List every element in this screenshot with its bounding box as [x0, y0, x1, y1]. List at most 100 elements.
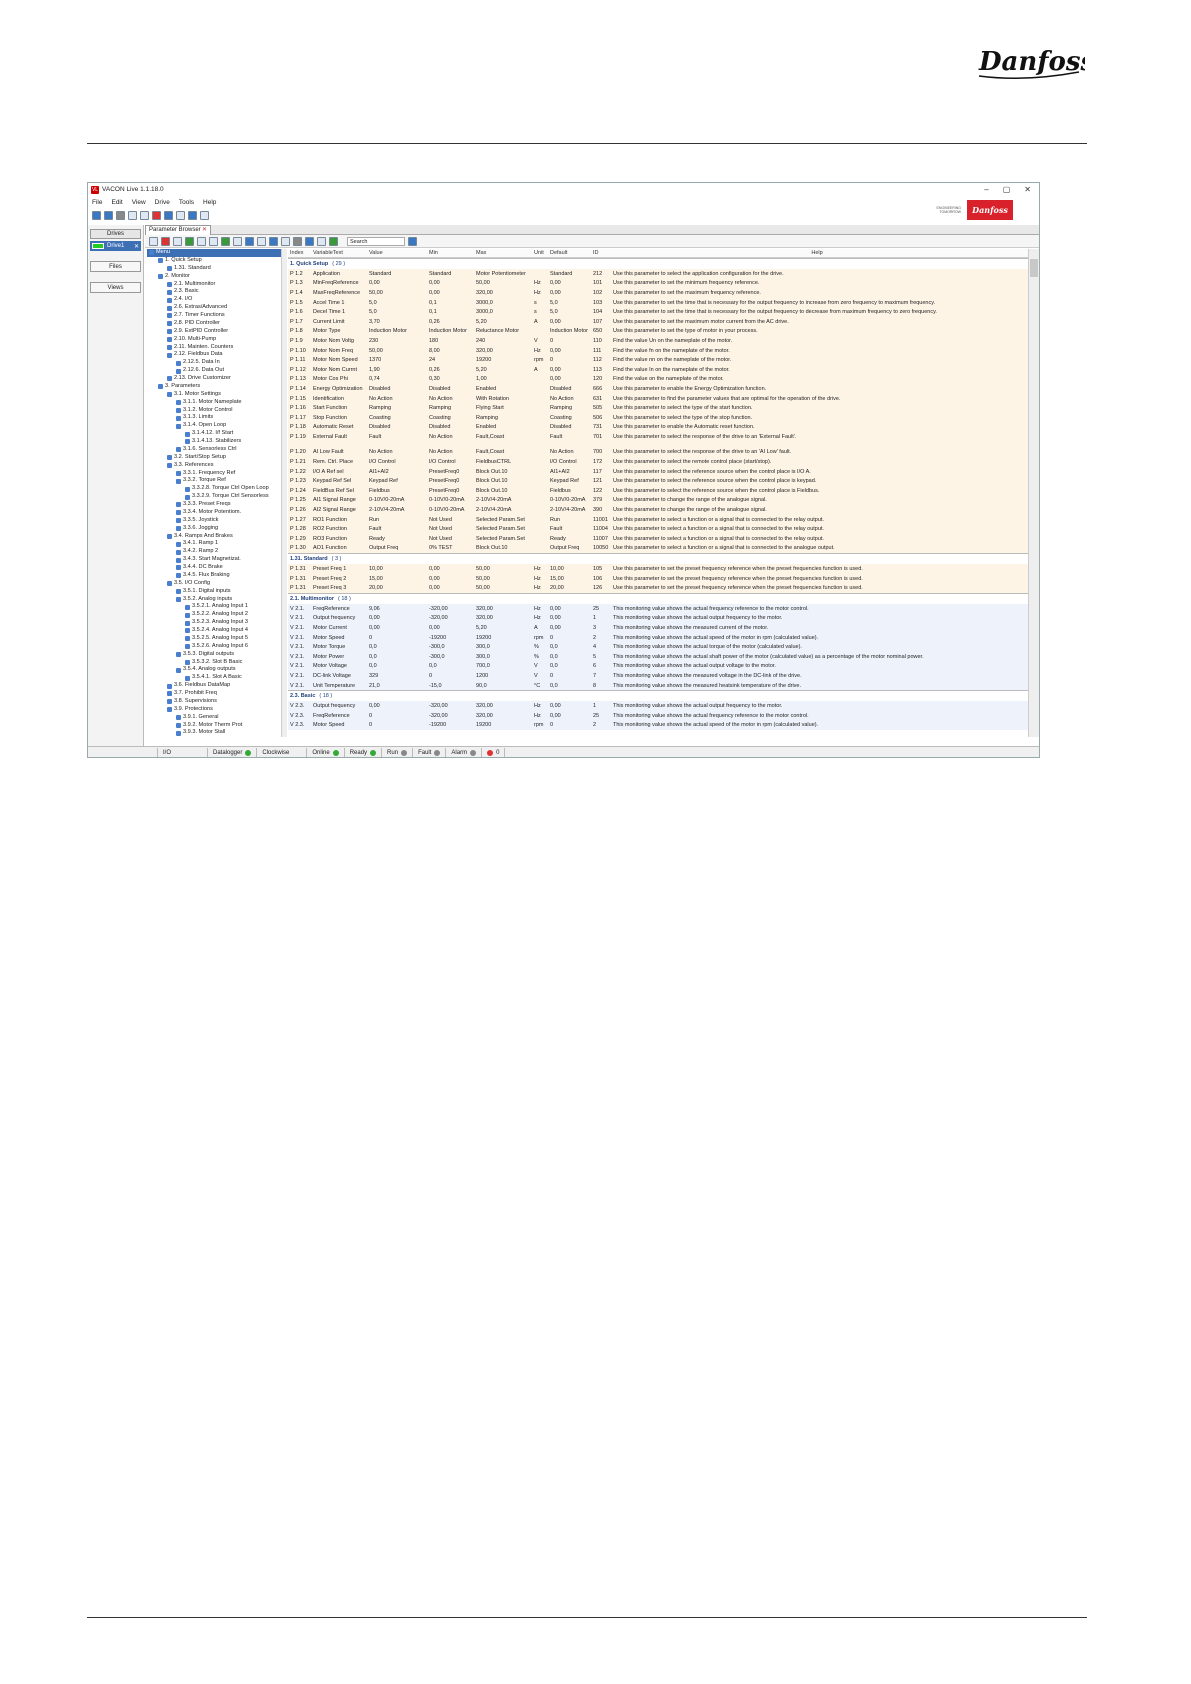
cell-value[interactable]: 20,00: [367, 585, 427, 591]
col-id[interactable]: ID: [591, 250, 611, 256]
group-header-row[interactable]: 2.1. Multimonitor ( 18 ): [288, 593, 1028, 604]
group-header-row[interactable]: 2.3. Basic( 18 ): [288, 690, 1028, 702]
table-row[interactable]: P 1.10 Motor Nom Freq 50,00 8,00 320,00 Hz 0,0…: [288, 345, 1028, 356]
tree-item[interactable]: 3.5.1. Digital inputs: [147, 588, 282, 596]
expand-icon[interactable]: [149, 236, 158, 246]
table-row[interactable]: P 1.11 Motor Nom Speed 1370 24 19200 rpm 0 112 F…: [288, 355, 1028, 365]
tree-item[interactable]: 3.1. Motor Settings: [147, 391, 282, 399]
cell-value[interactable]: 0,0: [367, 654, 427, 660]
list-view-icon[interactable]: [269, 236, 278, 246]
table-row[interactable]: P 1.13 Motor Cos Phi 0,74 0,30 1,00 0,00 120 Fi…: [288, 374, 1028, 385]
chart-icon[interactable]: [188, 210, 197, 220]
cell-value[interactable]: Ramping: [367, 405, 427, 411]
tree-item[interactable]: 3.3. References: [147, 462, 282, 470]
tree-item[interactable]: 3.5.2.5. Analog Input 5: [147, 635, 282, 643]
cell-value[interactable]: 1370: [367, 357, 427, 363]
table-row[interactable]: P 1.26 AI2 Signal Range 2-10V/4-20mA 0-10V/…: [288, 505, 1028, 515]
table-row[interactable]: V 2.3. Output frequency 0,00 -320,00 320,00 H…: [288, 701, 1028, 711]
compare-icon[interactable]: [140, 210, 149, 220]
cell-value[interactable]: Fault: [367, 526, 427, 532]
table-row[interactable]: P 1.24 FieldBus Ref Sel Fieldbus PresetFreq…: [288, 486, 1028, 496]
table-row[interactable]: P 1.30 AO1 Function Output Freq 0% TEST Bloc…: [288, 543, 1028, 554]
write-icon[interactable]: [221, 236, 230, 246]
tree-item[interactable]: 3.5.2. Analog inputs: [147, 596, 282, 604]
tree-item[interactable]: 3.9.2. Motor Therm Prot: [147, 722, 282, 730]
table-row[interactable]: V 2.3. FreqReference 0 -320,00 320,00 Hz 0,00 2…: [288, 710, 1028, 721]
cell-value[interactable]: I/O Control: [367, 459, 427, 465]
tree-item[interactable]: 3.5.3. Digital outputs: [147, 651, 282, 659]
tree-item[interactable]: 3.5.2.4. Analog Input 4: [147, 627, 282, 635]
cell-value[interactable]: Disabled: [367, 424, 427, 430]
cell-value[interactable]: No Action: [367, 396, 427, 402]
filter-icon[interactable]: [173, 236, 182, 246]
cell-value[interactable]: 1,90: [367, 367, 427, 373]
group-header-row[interactable]: 1.31. Standard( 3 ): [288, 553, 1028, 565]
cell-value[interactable]: 0: [367, 713, 427, 719]
table-row[interactable]: V 2.1. DC-link Voltage 329 0 1200 V 0 7 This mon…: [288, 671, 1028, 681]
cell-value[interactable]: 21,0: [367, 683, 427, 689]
cell-value[interactable]: 0,0: [367, 663, 427, 669]
cell-value[interactable]: 0,00: [367, 615, 427, 621]
tree-item[interactable]: 2.4. I/O: [147, 296, 282, 304]
tree-item[interactable]: 2.3. Basic: [147, 288, 282, 296]
info-icon[interactable]: [245, 236, 254, 246]
table-row[interactable]: P 1.12 Motor Nom Currnt 1,90 0,26 5,20 A 0,00 1…: [288, 364, 1028, 375]
tree-item[interactable]: 3.4.4. DC Brake: [147, 564, 282, 572]
cell-value[interactable]: Keypad Ref: [367, 478, 427, 484]
close-drive-icon[interactable]: ✕: [134, 243, 141, 250]
cell-value[interactable]: 0: [367, 635, 427, 641]
tree-item[interactable]: 3.9. Protections: [147, 706, 282, 714]
table-row[interactable]: P 1.16 Start Function Ramping Ramping Flying…: [288, 403, 1028, 413]
export-icon[interactable]: [317, 236, 326, 246]
close-tab-icon[interactable]: ✕: [202, 226, 207, 235]
table-row[interactable]: P 1.2 Application Standard Standard Motor Po…: [288, 269, 1028, 279]
table-row[interactable]: P 1.23 Keypad Ref Sel Keypad Ref PresetFreq…: [288, 476, 1028, 487]
table-row[interactable]: V 2.1. Unit Temperature 21,0 -15,0 90,0 °C 0,0…: [288, 680, 1028, 691]
save-icon[interactable]: [104, 210, 113, 220]
cell-value[interactable]: 0,00: [367, 703, 427, 709]
cell-value[interactable]: Coasting: [367, 415, 427, 421]
col-min[interactable]: Min: [427, 250, 474, 256]
menu-drive[interactable]: Drive: [155, 199, 170, 206]
print-icon[interactable]: [293, 236, 302, 246]
cell-value[interactable]: 50,00: [367, 348, 427, 354]
cell-value[interactable]: 5,0: [367, 300, 427, 306]
table-row[interactable]: P 1.31 Preset Freq 3 20,00 0,00 50,00 Hz 20,00…: [288, 583, 1028, 593]
table-row[interactable]: P 1.20 AI Low Fault No Action No Action Faul…: [288, 447, 1028, 458]
stop-icon[interactable]: [152, 210, 161, 220]
tree-item[interactable]: 3.1.6. Sensorless Ctrl: [147, 446, 282, 454]
table-row[interactable]: P 1.4 MaxFreqReference 50,00 0,00 320,00 Hz 0,…: [288, 288, 1028, 298]
table-row[interactable]: P 1.17 Stop Function Coasting Coasting Rampi…: [288, 412, 1028, 423]
table-row[interactable]: P 1.21 Rem. Ctrl. Place I/O Control I/O Con…: [288, 457, 1028, 467]
table-row[interactable]: P 1.28 RO2 Function Fault Not Used Selected …: [288, 524, 1028, 535]
cell-value[interactable]: 329: [367, 673, 427, 679]
table-row[interactable]: V 2.1. Motor Speed 0 -19200 19200 rpm 0 2 This m…: [288, 632, 1028, 643]
tree-item[interactable]: 2.12. Fieldbus Data: [147, 351, 282, 359]
tree-item[interactable]: 3.1.4. Open Loop: [147, 422, 282, 430]
grid-scrollbar[interactable]: [1028, 249, 1039, 737]
read-icon[interactable]: [233, 236, 242, 246]
tree-scrollbar[interactable]: [281, 249, 287, 737]
table-row[interactable]: P 1.19 External Fault Fault No Action Fault,…: [288, 432, 1028, 442]
cell-value[interactable]: 0: [367, 722, 427, 728]
menu-tools[interactable]: Tools: [179, 199, 194, 206]
cell-value[interactable]: Run: [367, 517, 427, 523]
menu-help[interactable]: Help: [203, 199, 216, 206]
close-icon[interactable]: ✕: [1024, 185, 1031, 194]
tree-item[interactable]: 3.2. Start/Stop Setup: [147, 454, 282, 462]
table-row[interactable]: P 1.25 AI1 Signal Range 0-10V/0-20mA 0-10V/…: [288, 495, 1028, 506]
table-row[interactable]: V 2.1. Motor Torque 0,0 -300,0 300,0% 0,0 4 Thi…: [288, 642, 1028, 652]
cell-value[interactable]: AI1+AI2: [367, 469, 427, 475]
tree-item[interactable]: 3.5.2.2. Analog Input 2: [147, 611, 282, 619]
maximize-icon[interactable]: ▢: [1003, 185, 1011, 194]
files-button[interactable]: Files: [90, 261, 141, 272]
grid-view-icon[interactable]: [257, 236, 266, 246]
cell-value[interactable]: Standard: [367, 271, 427, 277]
cell-value[interactable]: Output Freq: [367, 545, 427, 551]
cell-value[interactable]: 10,00: [367, 566, 427, 572]
views-button[interactable]: Views: [90, 282, 141, 293]
tree-item[interactable]: 3.5.2.1. Analog Input 1: [147, 603, 282, 611]
tree-item[interactable]: 3.5.2.3. Analog Input 3: [147, 619, 282, 627]
tree-item[interactable]: 1.31. Standard: [147, 265, 282, 273]
tree-item[interactable]: 2.8. PID Controller: [147, 320, 282, 328]
